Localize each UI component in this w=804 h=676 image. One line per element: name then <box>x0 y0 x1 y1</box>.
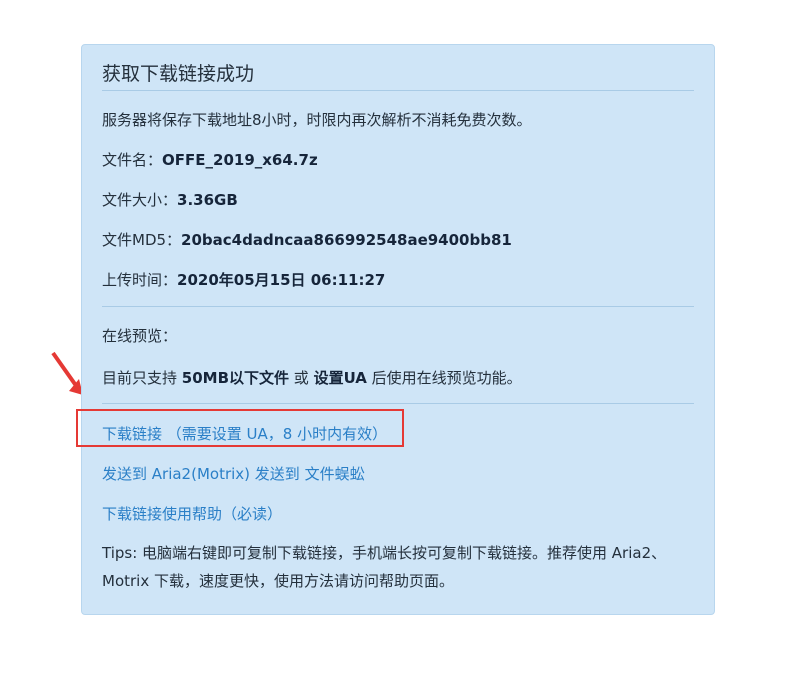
preview-notice: 目前只支持 50MB以下文件 或 设置UA 后使用在线预览功能。 <box>102 367 522 388</box>
file-name-label: 文件名： <box>102 151 163 169</box>
file-name-value: OFFE_2019_x64.7z <box>162 151 318 169</box>
download-link[interactable]: 下载链接 （需要设置 UA，8 小时内有效） <box>102 425 387 443</box>
send-links-row: 发送到 Aria2(Motrix) 发送到 文件蜈蚣 <box>102 463 365 484</box>
preview-prefix: 目前只支持 <box>102 369 182 387</box>
card-title: 获取下载链接成功 <box>102 63 255 85</box>
file-size-value: 3.36GB <box>177 191 238 209</box>
help-link[interactable]: 下载链接使用帮助（必读） <box>102 505 282 523</box>
md5-value: 20bac4dadncaa866992548ae9400bb81 <box>181 231 512 249</box>
preview-size-limit: 50MB以下文件 <box>181 369 290 387</box>
divider <box>102 403 694 404</box>
preview-label: 在线预览： <box>102 327 178 345</box>
upload-time-value: 2020年05月15日 06:11:27 <box>177 271 386 289</box>
upload-time-label: 上传时间： <box>102 271 178 289</box>
md5-row: 文件MD5：20bac4dadncaa866992548ae9400bb81 <box>102 229 512 250</box>
file-size-label: 文件大小： <box>102 191 178 209</box>
help-row: 下载链接使用帮助（必读） <box>102 503 282 524</box>
send-to-aria2-link[interactable]: 发送到 Aria2(Motrix) <box>102 465 250 483</box>
download-link-row: 下载链接 （需要设置 UA，8 小时内有效） <box>102 423 387 444</box>
file-size-row: 文件大小：3.36GB <box>102 189 238 210</box>
notice-text: 服务器将保存下载地址8小时，时限内再次解析不消耗免费次数。 <box>102 111 532 129</box>
file-name-row: 文件名：OFFE_2019_x64.7z <box>102 149 318 170</box>
preview-suffix: 后使用在线预览功能。 <box>366 369 522 387</box>
upload-time-row: 上传时间：2020年05月15日 06:11:27 <box>102 269 385 290</box>
tips-text: Tips: 电脑端右键即可复制下载链接，手机端长按可复制下载链接。推荐使用 Ar… <box>102 544 667 590</box>
divider <box>102 90 694 91</box>
download-result-card: 获取下载链接成功 服务器将保存下载地址8小时，时限内再次解析不消耗免费次数。 文… <box>76 44 715 615</box>
preview-mid: 或 <box>289 369 314 387</box>
divider <box>102 306 694 307</box>
preview-set-ua: 设置UA <box>313 369 367 387</box>
send-to-centipede-link[interactable]: 发送到 文件蜈蚣 <box>255 465 365 483</box>
md5-label: 文件MD5： <box>102 231 182 249</box>
